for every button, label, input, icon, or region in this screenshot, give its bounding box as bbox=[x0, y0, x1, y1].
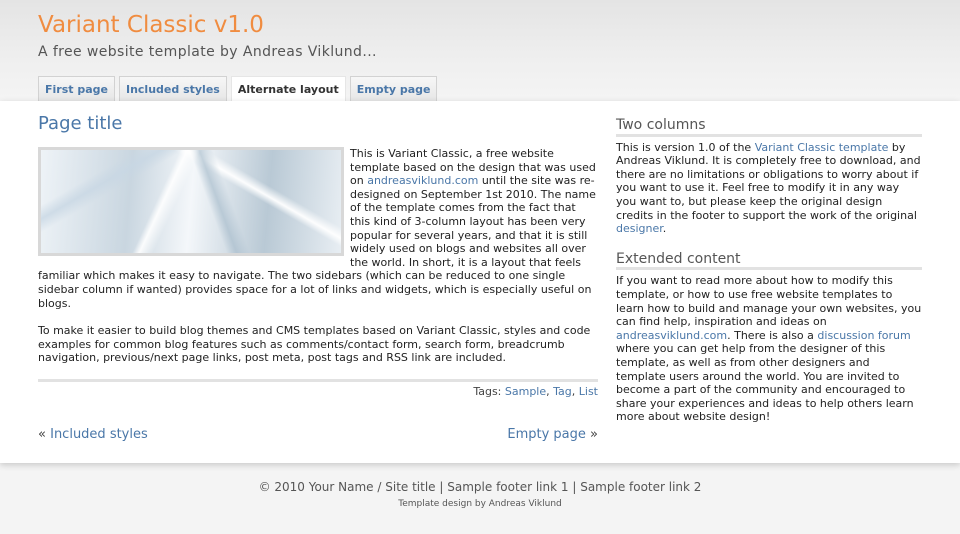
extended-content-text: If you want to read more about how to mo… bbox=[616, 274, 922, 424]
tab-first-page[interactable]: First page bbox=[38, 76, 115, 101]
footer-links: © 2010 Your Name / Site title | Sample f… bbox=[0, 480, 960, 494]
page-title: Page title bbox=[38, 113, 123, 134]
designer-link[interactable]: designer bbox=[616, 222, 663, 235]
footer-link-1[interactable]: Sample footer link 1 bbox=[447, 480, 568, 494]
footer-copyright[interactable]: © 2010 Your Name / Site title bbox=[259, 480, 436, 494]
header-image bbox=[38, 147, 344, 256]
post-divider bbox=[38, 378, 598, 382]
discussion-forum-link[interactable]: discussion forum bbox=[817, 329, 910, 342]
tag-list[interactable]: List bbox=[579, 385, 598, 398]
next-page-link[interactable]: Empty page bbox=[507, 427, 586, 442]
tab-empty-page[interactable]: Empty page bbox=[349, 76, 438, 101]
two-columns-text: This is version 1.0 of the Variant Class… bbox=[616, 140, 921, 236]
tab-included-styles[interactable]: Included styles bbox=[118, 76, 227, 101]
footer-link-2[interactable]: Sample footer link 2 bbox=[580, 480, 701, 494]
andreasviklund-link[interactable]: andreasviklund.com bbox=[367, 174, 478, 187]
main-container: Page title This is Variant Classic, a fr… bbox=[0, 101, 960, 463]
next-page-link-wrap: Empty page » bbox=[507, 426, 598, 442]
site-subtitle: A free website template by Andreas Viklu… bbox=[38, 44, 377, 60]
footer-credit: Template design by Andreas Viklund bbox=[398, 499, 562, 509]
prev-arrow-icon: « bbox=[38, 426, 46, 442]
tags-label: Tags: bbox=[473, 384, 502, 398]
tag-sample[interactable]: Sample bbox=[505, 385, 546, 398]
nav-tabs: First page Included styles Alternate lay… bbox=[38, 76, 441, 102]
extended-content-widget: Extended content If you want to read mor… bbox=[616, 252, 922, 424]
sidebar-andreasviklund-link[interactable]: andreasviklund.com bbox=[616, 329, 727, 342]
two-columns-heading: Two columns bbox=[616, 118, 922, 137]
features-paragraph: To make it easier to build blog themes a… bbox=[38, 324, 591, 365]
two-columns-widget: Two columns This is version 1.0 of the V… bbox=[616, 118, 922, 236]
post-tags: Tags: Sample, Tag, List bbox=[473, 384, 598, 398]
sidebar: Two columns This is version 1.0 of the V… bbox=[616, 118, 922, 441]
extended-content-heading: Extended content bbox=[616, 252, 922, 271]
site-header: Variant Classic v1.0 A free website temp… bbox=[0, 0, 960, 102]
main-content: Page title This is Variant Classic, a fr… bbox=[38, 113, 598, 446]
tab-alternate-layout[interactable]: Alternate layout bbox=[230, 76, 346, 102]
tag-tag[interactable]: Tag bbox=[553, 385, 572, 398]
prev-page-link-wrap: « Included styles bbox=[38, 426, 148, 442]
footer: © 2010 Your Name / Site title | Sample f… bbox=[0, 480, 960, 509]
next-arrow-icon: » bbox=[590, 426, 598, 442]
post-navigation: « Included styles Empty page » bbox=[38, 426, 598, 446]
variant-classic-link[interactable]: Variant Classic template bbox=[755, 141, 889, 154]
footer-separator: | bbox=[572, 480, 577, 494]
footer-separator: | bbox=[439, 480, 444, 494]
prev-page-link[interactable]: Included styles bbox=[50, 427, 148, 442]
site-title[interactable]: Variant Classic v1.0 bbox=[38, 12, 264, 38]
